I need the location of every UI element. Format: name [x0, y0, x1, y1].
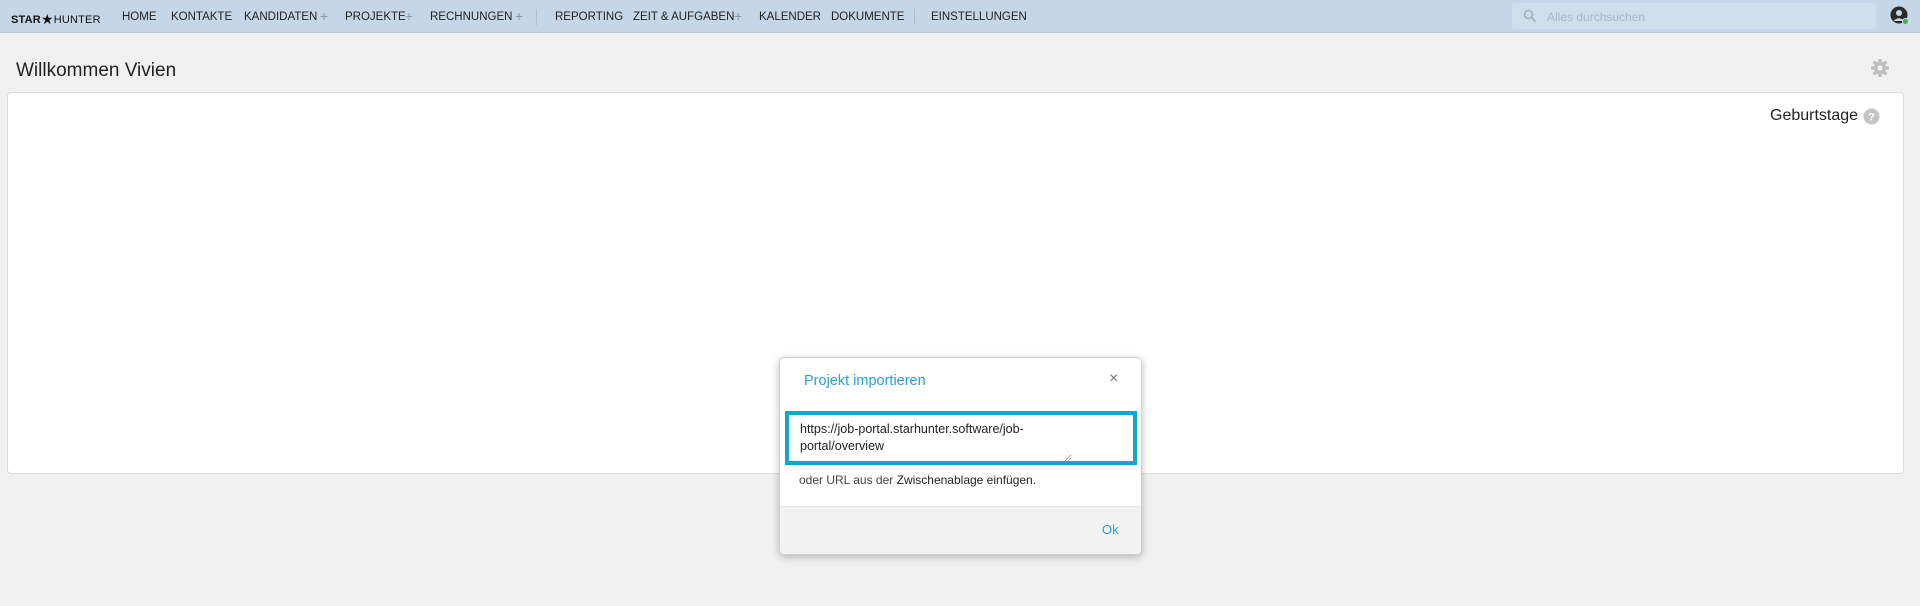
nav-einstellungen[interactable]: EINSTELLUNGEN: [931, 11, 1027, 23]
url-input-container: https://job-portal.starhunter.software/j…: [785, 411, 1137, 465]
page-title: Willkommen Vivien: [16, 60, 177, 81]
search-input[interactable]: [1545, 6, 1869, 28]
paste-from-clipboard-link[interactable]: Zwischenablage einfügen.: [897, 473, 1036, 487]
starhunter-logo[interactable]: STAR★HUNTER: [11, 10, 101, 27]
nav-kontakte[interactable]: KONTAKTE: [171, 11, 232, 23]
dialog-title: Projekt importieren: [804, 373, 926, 389]
svg-text:?: ?: [1868, 112, 1875, 124]
nav-divider: [914, 9, 915, 25]
dialog-footer: Ok: [780, 506, 1141, 554]
gear-icon[interactable]: [1870, 58, 1890, 78]
nav-zeit-aufgaben[interactable]: ZEIT & AUFGABEN: [633, 11, 734, 23]
add-projekt-plus-icon[interactable]: +: [405, 8, 413, 24]
help-icon[interactable]: ?: [1863, 108, 1880, 125]
clipboard-hint: oder URL aus der Zwischenablage einfügen…: [799, 473, 1036, 487]
nav-home[interactable]: HOME: [122, 11, 157, 23]
star-icon: ★: [40, 11, 54, 27]
nav-divider: [536, 9, 537, 25]
global-search[interactable]: [1512, 3, 1876, 29]
search-icon: [1523, 9, 1537, 28]
logo-text-star: STAR: [11, 14, 41, 26]
logo-text-hunter: HUNTER: [53, 14, 101, 26]
nav-kalender[interactable]: KALENDER: [759, 11, 821, 23]
top-navigation-bar: STAR★HUNTER HOME KONTAKTE KANDIDATEN + P…: [0, 0, 1920, 33]
user-avatar-icon[interactable]: [1890, 6, 1909, 25]
nav-projekte[interactable]: PROJEKTE: [345, 11, 406, 23]
add-kandidat-plus-icon[interactable]: +: [320, 8, 328, 24]
nav-dokumente[interactable]: DOKUMENTE: [831, 11, 904, 23]
close-icon[interactable]: ×: [1109, 370, 1118, 388]
nav-rechnungen[interactable]: RECHNUNGEN: [430, 11, 512, 23]
widget-title-geburtstage: Geburtstage: [1770, 107, 1859, 124]
nav-reporting[interactable]: REPORTING: [555, 11, 623, 23]
nav-kandidaten[interactable]: KANDIDATEN: [244, 11, 317, 23]
add-rechnung-plus-icon[interactable]: +: [515, 8, 523, 24]
hint-text: oder URL aus der: [799, 473, 894, 487]
url-textarea[interactable]: https://job-portal.starhunter.software/j…: [800, 421, 1068, 457]
ok-button[interactable]: Ok: [1102, 522, 1119, 537]
add-aufgabe-plus-icon[interactable]: +: [734, 8, 742, 24]
resize-handle-icon[interactable]: [1064, 449, 1072, 462]
import-project-dialog: Projekt importieren × https://job-portal…: [779, 357, 1142, 555]
